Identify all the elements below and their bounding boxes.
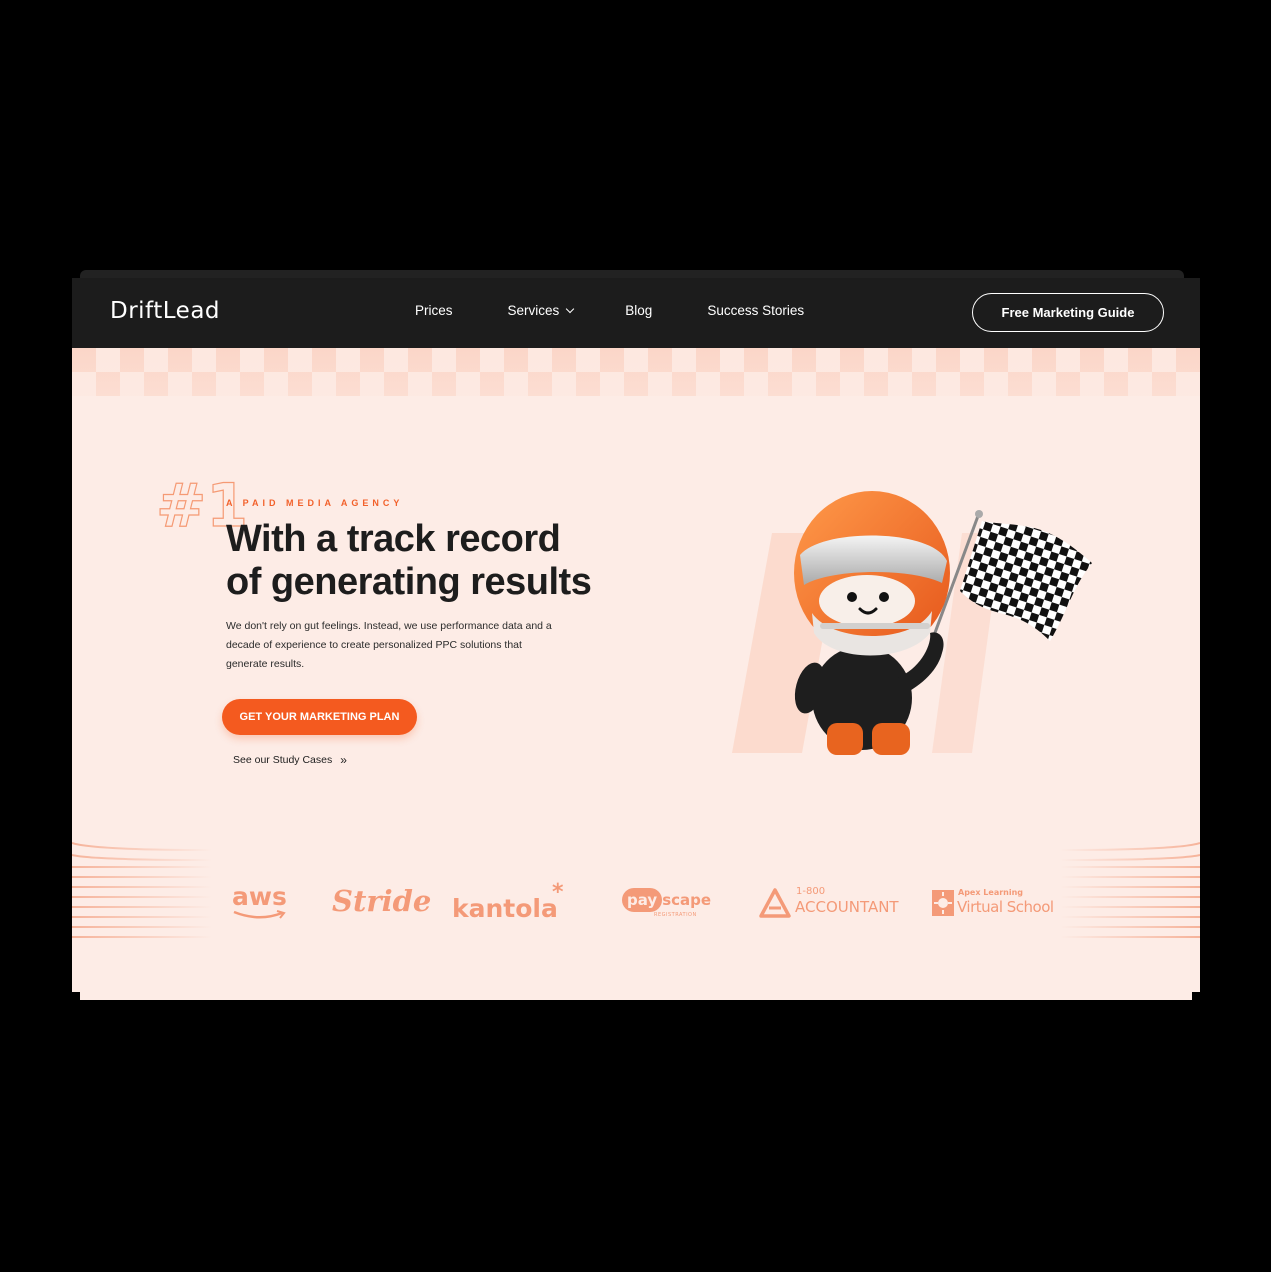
browser-viewport: DriftLead Prices Services Blog Success S… [72,278,1200,992]
checker-fade [72,348,1200,396]
hero-headline: With a track record of generating result… [226,518,646,604]
brand-logo[interactable]: DriftLead [110,298,220,324]
client-logo-kantola: kantola * [452,880,564,923]
mascot-right-boot [872,723,910,755]
window-shadow-bottom [80,990,1192,1000]
decorative-stripes-right [1060,838,1200,948]
nav-links: Prices Services Blog Success Stories [415,303,804,318]
hero-eyebrow: A PAID MEDIA AGENCY [226,498,404,508]
racer-mascot-illustration [732,491,1092,755]
get-marketing-plan-button[interactable]: GET YOUR MARKETING PLAN [222,699,417,735]
top-navbar: DriftLead Prices Services Blog Success S… [72,278,1200,348]
triangle-a-icon [759,888,791,918]
nav-item-blog[interactable]: Blog [625,303,652,318]
mascot-face [819,575,915,627]
chevron-down-icon [566,304,575,313]
nav-item-success-stories[interactable]: Success Stories [707,303,804,318]
apex-sun-icon [932,890,954,916]
hero-description: We don't rely on gut feelings. Instead, … [226,620,552,670]
free-marketing-guide-button[interactable]: Free Marketing Guide [972,293,1164,332]
decorative-stripes-left [72,838,212,948]
mascot-chin-vent [820,623,930,629]
nav-item-services-label: Services [507,303,560,318]
double-chevron-right-icon: » [340,753,347,767]
nav-item-services[interactable]: Services [507,303,575,318]
client-logos-row: aws Stride kantola * pay scape REGISTRATI… [232,880,1054,923]
headline-line-1: With a track record [226,518,561,560]
headline-line-2: of generating results [226,561,592,603]
client-logo-aws: aws [232,882,287,919]
nav-item-prices[interactable]: Prices [415,303,453,318]
flag-pole-tip [975,510,983,518]
study-cases-label: See our Study Cases [233,754,333,766]
mascot-left-eye [847,592,857,602]
client-logo-payscape: pay scape REGISTRATION [622,888,711,918]
amazon-smile-icon [233,910,286,919]
study-cases-link[interactable]: See our Study Cases » [233,753,347,767]
client-logo-stride: Stride [332,884,432,918]
mascot-left-boot [827,723,863,755]
asterisk-icon: * [552,880,564,905]
mascot-right-eye [879,592,889,602]
